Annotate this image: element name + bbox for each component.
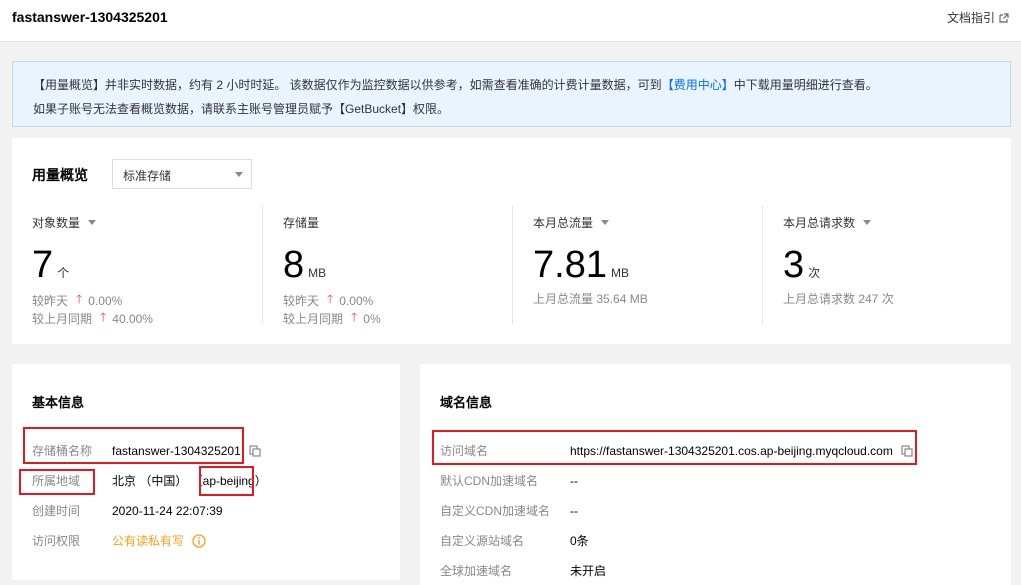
top-bar: fastanswer-1304325201 文档指引 bbox=[0, 0, 1021, 42]
metric-last-month: 上月总请求数 247 次 bbox=[783, 292, 894, 306]
metric-title-dropdown[interactable]: 本月总请求数 bbox=[783, 214, 872, 231]
metric-value: 8 MB bbox=[283, 244, 327, 286]
metric-storage: 存储量 8 MB 较昨天 🡑 0.00% 较上月同期 🡑 0% bbox=[262, 206, 512, 326]
metric-value: 3次 bbox=[783, 244, 821, 286]
metric-value: 7个 bbox=[32, 244, 70, 286]
metric-title-dropdown[interactable]: 对象数量 bbox=[32, 214, 97, 231]
domain-row-default-cdn: 默认CDN加速域名 -- bbox=[440, 473, 578, 489]
storage-class-select[interactable]: 标准存储 bbox=[112, 159, 252, 189]
metric-compare-last-month: 较上月同期 🡑 40.00% bbox=[32, 308, 153, 329]
notice-line-1: 【用量概览】并非实时数据，约有 2 小时时延。 该数据仅作为监控数据以供参考，如… bbox=[33, 78, 878, 92]
metric-title: 存储量 bbox=[283, 216, 320, 230]
bucket-title: fastanswer-1304325201 bbox=[12, 9, 168, 25]
notice-line-2: 如果子账号无法查看概览数据，请联系主账号管理员赋予【GetBucket】权限。 bbox=[33, 102, 450, 116]
metric-compare-last-month: 较上月同期 🡑 0% bbox=[283, 308, 381, 329]
info-row-access-permission: 访问权限 公有读私有写 bbox=[32, 532, 206, 549]
domain-row-global-acceleration: 全球加速域名 未开启 bbox=[440, 564, 607, 578]
domain-info-card: 域名信息 访问域名 https://fastanswer-1304325201.… bbox=[420, 364, 1011, 585]
chevron-down-icon bbox=[863, 220, 872, 225]
arrow-up-icon: 🡑 bbox=[351, 310, 358, 324]
doc-link-label: 文档指引 bbox=[946, 11, 995, 25]
arrow-up-icon: 🡑 bbox=[100, 310, 107, 324]
highlight-region-label bbox=[19, 469, 95, 495]
highlight-bucket-name bbox=[23, 427, 244, 464]
usage-overview-card: 用量概览 标准存储 对象数量 7个 较昨天 🡑 0.00% 较上月同期 🡑 40.00%… bbox=[12, 138, 1011, 344]
basic-info-title: 基本信息 bbox=[32, 395, 85, 410]
copy-icon[interactable] bbox=[249, 444, 261, 457]
domain-info-title: 域名信息 bbox=[440, 395, 493, 410]
usage-notice: 【用量概览】并非实时数据，约有 2 小时时延。 该数据仅作为监控数据以供参考，如… bbox=[12, 61, 1011, 127]
domain-row-custom-cdn: 自定义CDN加速域名 -- bbox=[440, 503, 578, 519]
billing-center-link[interactable]: 【费用中心】 bbox=[662, 78, 734, 92]
external-link-icon bbox=[999, 12, 1009, 23]
chevron-down-icon bbox=[601, 220, 610, 225]
chevron-down-icon bbox=[235, 172, 243, 177]
metric-monthly-requests: 本月总请求数 3次 上月总请求数 247 次 bbox=[762, 206, 1012, 324]
metric-monthly-traffic: 本月总流量 7.81 MB 上月总流量 35.64 MB bbox=[512, 206, 762, 324]
domain-row-custom-origin: 自定义源站域名 0条 bbox=[440, 534, 589, 548]
highlight-access-domain bbox=[432, 430, 917, 465]
doc-link[interactable]: 文档指引 bbox=[947, 9, 1009, 26]
usage-overview-label: 用量概览 bbox=[32, 167, 88, 183]
storage-class-value: 标准存储 bbox=[123, 169, 172, 183]
metric-title-dropdown[interactable]: 本月总流量 bbox=[533, 214, 610, 231]
metric-last-month: 上月总流量 35.64 MB bbox=[533, 292, 648, 306]
info-icon[interactable] bbox=[192, 533, 206, 548]
highlight-region-code bbox=[199, 466, 254, 496]
metric-value: 7.81 MB bbox=[533, 244, 629, 286]
access-permission-value[interactable]: 公有读私有写 bbox=[112, 532, 184, 549]
chevron-down-icon bbox=[88, 220, 97, 225]
metric-object-count: 对象数量 7个 较昨天 🡑 0.00% 较上月同期 🡑 40.00% bbox=[12, 206, 262, 326]
info-row-created-time: 创建时间 2020-11-24 22:07:39 bbox=[32, 503, 223, 519]
